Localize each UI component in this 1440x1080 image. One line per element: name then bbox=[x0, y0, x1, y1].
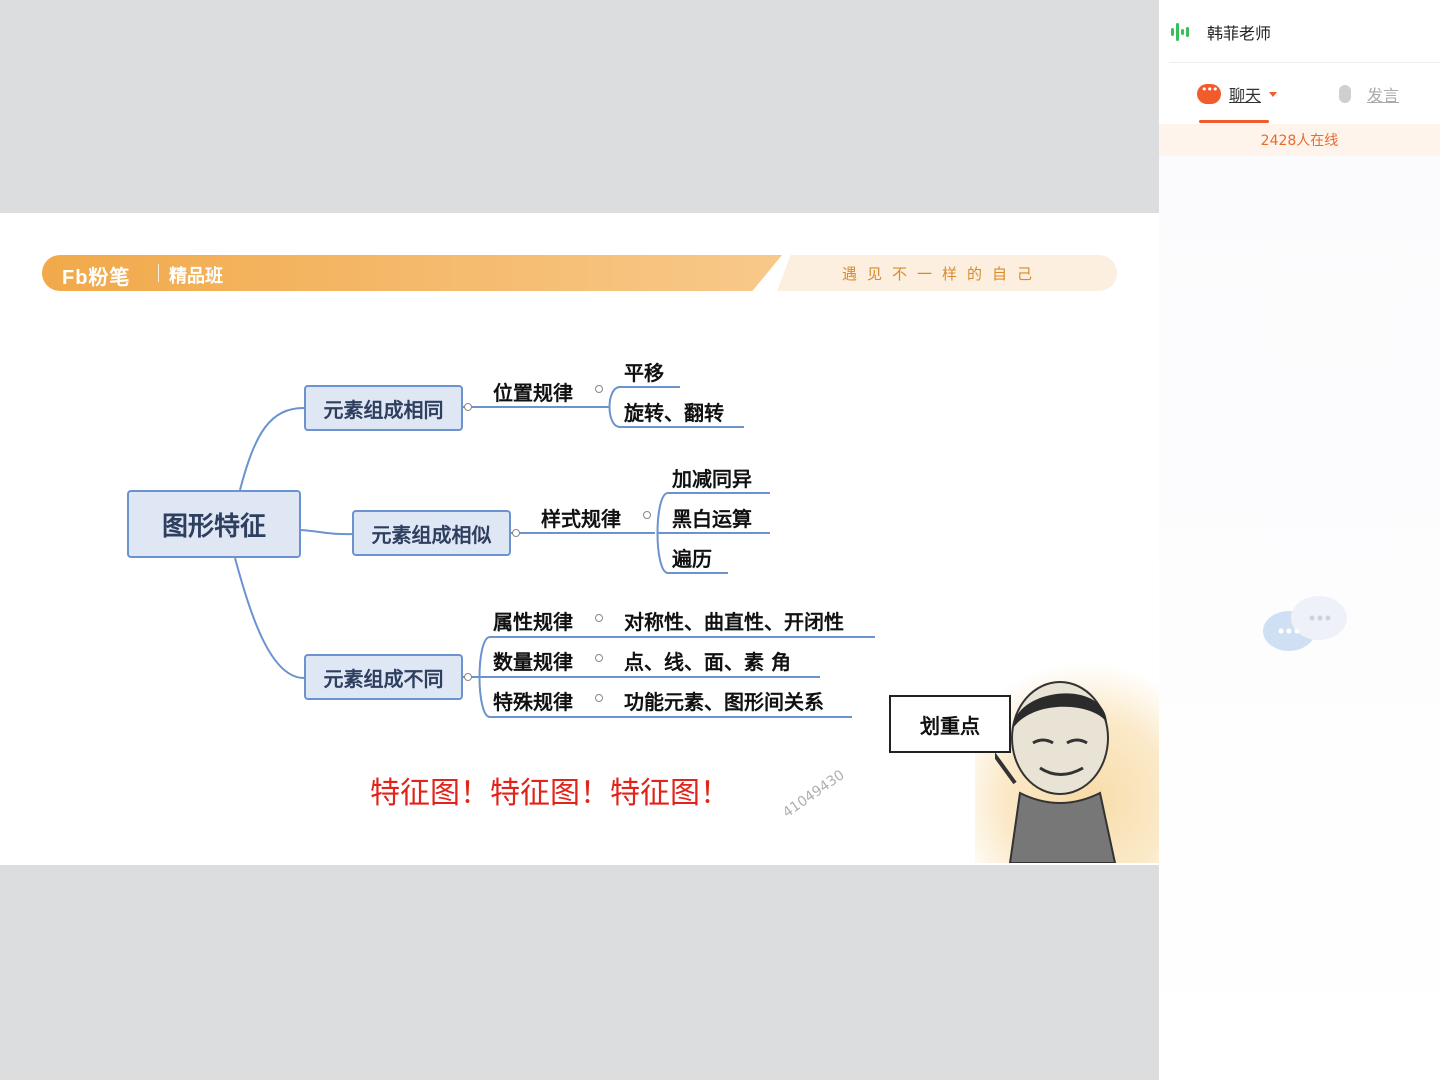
teacher-header: 韩菲老师 bbox=[1171, 18, 1271, 46]
chevron-down-icon[interactable] bbox=[1269, 91, 1278, 97]
mindmap-root-node: 图形特征 bbox=[127, 490, 301, 558]
meme-sign: 划重点 bbox=[889, 695, 1011, 753]
lecture-slide: Fb粉笔 精品班 遇见不一样的自己 图形特征 元素组成相同 元素组成相似 元素组… bbox=[0, 213, 1159, 865]
tab-speak-label: 发言 bbox=[1367, 86, 1400, 105]
meme-sticker: 划重点 bbox=[885, 653, 1159, 863]
chat-bubble-icon bbox=[1197, 83, 1221, 104]
rule-item: 旋转、翻转 bbox=[624, 401, 724, 425]
rule-item: 对称性、曲直性、开闭性 bbox=[624, 610, 844, 634]
rule-item: 遍历 bbox=[672, 547, 712, 571]
tab-chat-label: 聊天 bbox=[1229, 86, 1262, 105]
teacher-name: 韩菲老师 bbox=[1207, 24, 1272, 43]
online-count: 2428人在线 bbox=[1260, 133, 1339, 149]
rule-item: 点、线、面、素 角 bbox=[624, 650, 791, 674]
tab-chat[interactable]: 聊天 bbox=[1197, 82, 1278, 106]
rule-item: 功能元素、图形间关系 bbox=[624, 690, 824, 714]
mindmap-branch-same: 元素组成相同 bbox=[304, 385, 463, 431]
header-divider bbox=[1169, 62, 1440, 63]
chat-message-area[interactable] bbox=[1159, 156, 1440, 1080]
empty-chat-icon bbox=[1263, 596, 1347, 651]
tab-speak[interactable]: 发言 bbox=[1339, 82, 1399, 106]
meme-face-icon bbox=[995, 681, 1117, 863]
chat-sidebar: 韩菲老师 聊天 发言 2428人在线 bbox=[1159, 0, 1440, 1080]
microphone-icon bbox=[1339, 85, 1351, 103]
mindmap-branch-similar: 元素组成相似 bbox=[352, 510, 511, 556]
emphasis-text: 特征图！特征图！特征图！ bbox=[370, 776, 730, 811]
rule-item: 黑白运算 bbox=[672, 507, 752, 531]
rule-label: 样式规律 bbox=[541, 507, 621, 531]
video-stage: Fb粉笔 精品班 遇见不一样的自己 图形特征 元素组成相同 元素组成相似 元素组… bbox=[0, 0, 1159, 1080]
rule-item: 平移 bbox=[624, 361, 664, 385]
online-count-bar: 2428人在线 bbox=[1159, 124, 1440, 156]
rule-label: 特殊规律 bbox=[493, 690, 573, 714]
rule-label: 数量规律 bbox=[493, 650, 573, 674]
active-tab-indicator bbox=[1199, 120, 1269, 123]
audio-wave-icon bbox=[1171, 22, 1197, 42]
rule-label: 属性规律 bbox=[493, 610, 573, 634]
rule-item: 加减同异 bbox=[672, 467, 752, 491]
rule-label: 位置规律 bbox=[493, 381, 573, 405]
mindmap-branch-different: 元素组成不同 bbox=[304, 654, 463, 700]
